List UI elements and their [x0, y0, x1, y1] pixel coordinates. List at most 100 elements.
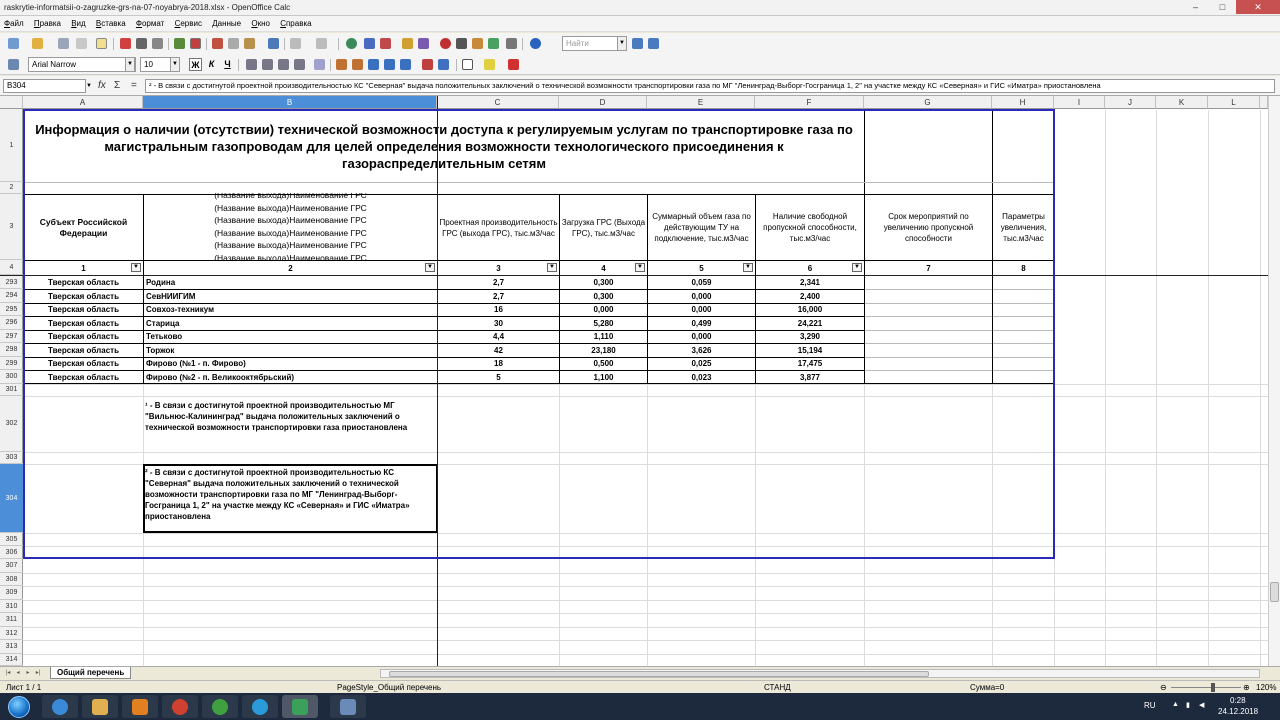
- spreadsheet-grid[interactable]: A B C D E F G H I J K L 1 2 3 4 293 294 …: [0, 96, 1280, 666]
- chart-icon[interactable]: [402, 38, 413, 49]
- language-indicator[interactable]: RU: [1144, 701, 1156, 710]
- function-wizard-icon[interactable]: fx: [98, 80, 106, 91]
- font-name-chevron-down-icon[interactable]: ▼: [125, 57, 135, 72]
- horizontal-scrollbar[interactable]: [380, 669, 1260, 678]
- align-left-icon[interactable]: [246, 59, 257, 70]
- row-header-296[interactable]: 296: [0, 316, 23, 330]
- menu-data[interactable]: Данные: [208, 16, 245, 31]
- font-size-chevron-down-icon[interactable]: ▼: [170, 57, 180, 72]
- close-button[interactable]: ✕: [1236, 0, 1280, 14]
- menu-tools[interactable]: Сервис: [171, 16, 206, 31]
- taskbar-chrome[interactable]: [162, 695, 198, 718]
- tab-general-list[interactable]: Общий перечень: [50, 667, 132, 679]
- name-box[interactable]: B304: [3, 79, 86, 93]
- row-header-4[interactable]: 4: [0, 260, 23, 275]
- formula-input[interactable]: ² - В связи с достигнутой проектной прои…: [145, 79, 1275, 93]
- styles-icon[interactable]: [8, 59, 19, 70]
- menu-view[interactable]: Вид: [67, 16, 89, 31]
- cut-icon[interactable]: [212, 38, 223, 49]
- find-next-icon[interactable]: [632, 38, 643, 49]
- row-header-2[interactable]: 2: [0, 182, 23, 194]
- row-header-313[interactable]: 313: [0, 640, 23, 654]
- name-box-chevron-down-icon[interactable]: ▼: [86, 79, 93, 93]
- taskbar-media[interactable]: [122, 695, 158, 718]
- row-header-293[interactable]: 293: [0, 276, 23, 289]
- tray-arrow-icon[interactable]: ▲: [1172, 701, 1179, 708]
- row-header-303[interactable]: 303: [0, 452, 23, 464]
- print-preview-icon[interactable]: [152, 38, 163, 49]
- redo-icon[interactable]: [316, 38, 327, 49]
- find-previous-icon[interactable]: [648, 38, 659, 49]
- row-header-299[interactable]: 299: [0, 357, 23, 370]
- sort-descending-icon[interactable]: [380, 38, 391, 49]
- row-header-305[interactable]: 305: [0, 533, 23, 546]
- row-header-302[interactable]: 302: [0, 396, 23, 452]
- column-header-d[interactable]: D: [559, 96, 647, 109]
- menu-file[interactable]: Файл: [0, 16, 28, 31]
- row-header-295[interactable]: 295: [0, 303, 23, 316]
- taskbar-explorer[interactable]: [82, 695, 118, 718]
- row-header-1[interactable]: 1: [0, 110, 23, 182]
- previous-sheet-icon[interactable]: ◂: [14, 669, 22, 677]
- add-decimal-icon[interactable]: [384, 59, 395, 70]
- font-color-icon[interactable]: [508, 59, 519, 70]
- merge-cells-icon[interactable]: [314, 59, 325, 70]
- column-header-k[interactable]: K: [1156, 96, 1208, 109]
- next-sheet-icon[interactable]: ▸: [24, 669, 32, 677]
- italic-button[interactable]: К: [205, 58, 218, 71]
- help-icon[interactable]: [530, 38, 541, 49]
- row-header-306[interactable]: 306: [0, 546, 23, 559]
- horizontal-scroll-thumb[interactable]: [389, 671, 929, 677]
- edit-mode-icon[interactable]: [96, 38, 107, 49]
- new-icon[interactable]: [8, 38, 19, 49]
- email-icon[interactable]: [76, 38, 87, 49]
- row-header-301[interactable]: 301: [0, 384, 23, 396]
- row-header-309[interactable]: 309: [0, 586, 23, 600]
- draw-functions-icon[interactable]: [418, 38, 429, 49]
- clock-time[interactable]: 0:28: [1230, 696, 1246, 705]
- insert-mode[interactable]: СТАНД: [764, 683, 791, 692]
- row-header-297[interactable]: 297: [0, 330, 23, 343]
- taskbar-window[interactable]: [330, 695, 366, 718]
- align-right-icon[interactable]: [278, 59, 289, 70]
- currency-format-icon[interactable]: [336, 59, 347, 70]
- data-sources-icon[interactable]: [472, 38, 483, 49]
- find-icon[interactable]: [506, 38, 517, 49]
- network-icon[interactable]: ▮: [1186, 701, 1190, 709]
- print-icon[interactable]: [136, 38, 147, 49]
- column-header-b[interactable]: B: [143, 96, 437, 109]
- row-header-300[interactable]: 300: [0, 370, 23, 384]
- column-header-i[interactable]: I: [1054, 96, 1105, 109]
- row-header-307[interactable]: 307: [0, 559, 23, 573]
- undo-icon[interactable]: [290, 38, 301, 49]
- percent-format-icon[interactable]: [352, 59, 363, 70]
- row-header-304[interactable]: 304: [0, 464, 23, 533]
- decrease-indent-icon[interactable]: [422, 59, 433, 70]
- font-name-field[interactable]: Arial Narrow: [28, 57, 136, 72]
- column-header-f[interactable]: F: [755, 96, 864, 109]
- zoom-icon[interactable]: [488, 38, 499, 49]
- column-header-c[interactable]: C: [437, 96, 559, 109]
- export-pdf-icon[interactable]: [120, 38, 131, 49]
- align-center-icon[interactable]: [262, 59, 273, 70]
- first-sheet-icon[interactable]: |◂: [4, 669, 12, 677]
- background-color-icon[interactable]: [484, 59, 495, 70]
- paste-icon[interactable]: [244, 38, 255, 49]
- minimize-button[interactable]: –: [1182, 0, 1209, 14]
- row-header-311[interactable]: 311: [0, 613, 23, 627]
- zoom-slider[interactable]: [1171, 687, 1241, 688]
- zoom-in-icon[interactable]: ⊕: [1243, 683, 1250, 692]
- underline-button[interactable]: Ч: [221, 58, 234, 71]
- increase-indent-icon[interactable]: [438, 59, 449, 70]
- maximize-button[interactable]: □: [1209, 0, 1236, 14]
- copy-icon[interactable]: [228, 38, 239, 49]
- column-header-h[interactable]: H: [992, 96, 1054, 109]
- last-sheet-icon[interactable]: ▸|: [34, 669, 42, 677]
- row-header-310[interactable]: 310: [0, 600, 23, 613]
- column-header-l[interactable]: L: [1208, 96, 1260, 109]
- zoom-out-icon[interactable]: ⊖: [1160, 683, 1167, 692]
- find-input[interactable]: Найти: [562, 36, 618, 51]
- taskbar-app[interactable]: [202, 695, 238, 718]
- menu-edit[interactable]: Правка: [30, 16, 65, 31]
- menu-help[interactable]: Справка: [276, 16, 315, 31]
